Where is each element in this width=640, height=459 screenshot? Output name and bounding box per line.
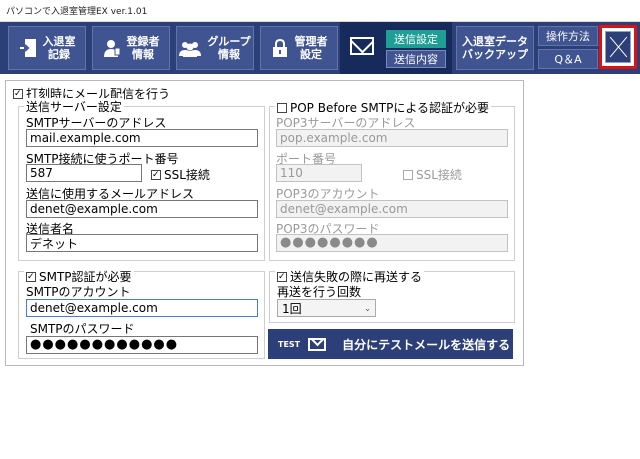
entry-record-button[interactable]: 入退室 記録 — [8, 26, 86, 70]
entry-record-line1: 入退室 — [42, 35, 76, 48]
lock-icon — [271, 37, 289, 59]
pop3-port-input — [276, 164, 362, 182]
smtp-ssl-row[interactable]: SSL接続 — [151, 166, 210, 183]
tab-send-content[interactable]: 送信内容 — [386, 50, 446, 68]
smtp-ssl-checkbox[interactable] — [151, 169, 161, 180]
pop3-account-input — [276, 200, 508, 218]
mail-settings-form: 打刻時にメール配信を行う 送信サーバー設定 SMTPサーバーのアドレス SMTP… — [5, 80, 524, 366]
retry-count-label: 再送を行う回数 — [277, 285, 362, 299]
retry-checkbox[interactable] — [277, 271, 287, 282]
smtp-port-input[interactable] — [26, 164, 142, 182]
window-title: パソコンで入退室管理EX ver.1.01 — [6, 7, 148, 17]
smtp-address-input[interactable] — [26, 129, 258, 147]
person-card-icon — [103, 37, 121, 59]
registrant-line2: 情報 — [132, 48, 154, 61]
exit-door-icon — [19, 37, 37, 59]
admin-line2: 設定 — [300, 48, 322, 61]
smtp-password-input[interactable]: ●●●●●●●●●●●● — [26, 336, 258, 354]
title-bar: パソコンで入退室管理EX ver.1.01 — [0, 0, 640, 22]
send-test-mail-label: 自分にテストメールを送信する — [342, 337, 511, 352]
tab-send-settings[interactable]: 送信設定 — [386, 30, 446, 48]
pop3-ssl-row: SSL接続 — [403, 166, 462, 183]
envelope-icon — [350, 37, 374, 55]
send-server-group-label: 送信サーバー設定 — [24, 98, 124, 115]
close-icon[interactable] — [605, 31, 631, 63]
entry-record-line2: 記録 — [48, 48, 70, 61]
mail-settings-panel: 送信設定 送信内容 — [340, 22, 452, 74]
envelope-icon — [308, 337, 327, 351]
group-users-icon — [179, 37, 202, 59]
mail-on-stamp-checkbox[interactable] — [13, 88, 23, 99]
backup-line1: 入退室データ — [462, 35, 528, 48]
pop3-ssl-checkbox — [403, 169, 413, 180]
smtp-auth-checkbox[interactable] — [26, 271, 36, 282]
test-prefix-label: TEST — [278, 339, 301, 349]
sender-name-input[interactable] — [26, 234, 258, 252]
chevron-down-icon: ⌄ — [364, 303, 371, 313]
pop-before-smtp-checkbox[interactable] — [277, 102, 287, 113]
send-test-mail-button[interactable]: TEST 自分にテストメールを送信する — [268, 329, 513, 359]
backup-line2: バックアップ — [462, 48, 528, 61]
smtp-account-label: SMTPのアカウント — [26, 285, 131, 299]
admin-line1: 管理者 — [294, 35, 328, 48]
admin-settings-button[interactable]: 管理者 設定 — [260, 26, 338, 70]
pop3-address-input — [276, 129, 508, 147]
howto-button[interactable]: 操作方法 — [538, 26, 598, 46]
smtp-ssl-label: SSL接続 — [164, 168, 210, 182]
smtp-password-label: SMTPのパスワード — [30, 322, 135, 336]
smtp-account-input[interactable] — [26, 299, 258, 317]
retry-count-value: 1回 — [282, 301, 302, 316]
group-line2: 情報 — [218, 48, 240, 61]
group-info-button[interactable]: グループ 情報 — [176, 26, 254, 70]
registrant-line1: 登録者 — [126, 35, 160, 48]
qa-button[interactable]: Q＆A — [538, 49, 598, 69]
backup-button[interactable]: 入退室データ バックアップ — [456, 26, 534, 70]
retry-count-select[interactable]: 1回 ⌄ — [277, 299, 376, 317]
from-address-input[interactable] — [26, 200, 258, 218]
pop3-ssl-label: SSL接続 — [416, 168, 462, 182]
main-toolbar: 入退室 記録 登録者 情報 グループ 情報 管理者 設定 送信設定 送信内容 入退室デー… — [0, 22, 640, 74]
group-line1: グループ — [207, 35, 251, 48]
registrant-info-button[interactable]: 登録者 情報 — [92, 26, 170, 70]
close-highlight — [599, 25, 637, 69]
pop3-password-input: ●●●●●●●● — [276, 234, 508, 252]
